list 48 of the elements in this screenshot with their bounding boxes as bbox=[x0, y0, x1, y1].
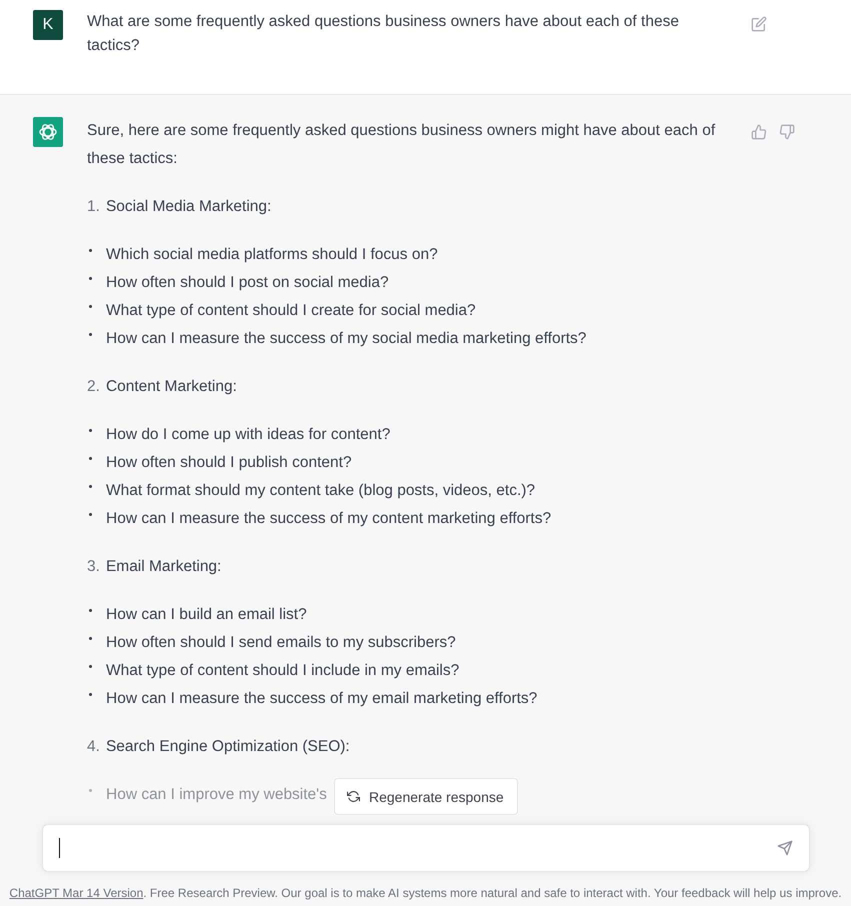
list-number: 2. bbox=[87, 377, 100, 397]
bullet-text: How often should I publish content? bbox=[106, 453, 352, 473]
thumbs-down-icon[interactable] bbox=[779, 124, 795, 140]
list-number: 1. bbox=[87, 197, 100, 217]
text-cursor bbox=[58, 838, 60, 858]
bullet-icon bbox=[89, 512, 92, 516]
user-avatar: K bbox=[33, 10, 63, 40]
user-message: What are some frequently asked questions business owners have about each of these tactics? bbox=[87, 12, 680, 56]
bullet-icon bbox=[89, 332, 92, 336]
version-link[interactable]: ChatGPT Mar 14 Version bbox=[9, 886, 144, 900]
section-title: Content Marketing: bbox=[106, 377, 237, 397]
bullet-icon bbox=[89, 484, 92, 488]
bullet-text: What type of content should I include in my emails? bbox=[106, 661, 460, 681]
section-title: Social Media Marketing: bbox=[106, 197, 272, 217]
assistant-intro: Sure, here are some frequently asked questions business owners might have about each of these tactics: bbox=[87, 121, 716, 169]
list-number: 4. bbox=[87, 737, 100, 757]
bullet-text: How can I build an email list? bbox=[106, 605, 307, 625]
edit-icon[interactable] bbox=[751, 16, 767, 32]
regenerate-button[interactable]: Regenerate response bbox=[334, 778, 518, 815]
list-number: 3. bbox=[87, 557, 100, 577]
bullet-icon bbox=[89, 636, 92, 640]
bullet-text: What format should my content take (blog posts, videos, etc.)? bbox=[106, 481, 536, 501]
bullet-icon bbox=[89, 428, 92, 432]
bullet-icon bbox=[89, 248, 92, 252]
bullet-text: How do I come up with ideas for content? bbox=[106, 425, 390, 445]
bullet-icon bbox=[89, 692, 92, 696]
refresh-icon bbox=[347, 790, 360, 803]
bullet-text: How often should I send emails to my subscribers? bbox=[106, 633, 456, 653]
bullet-icon bbox=[89, 304, 92, 308]
bullet-text: How can I measure the success of my content marketing efforts? bbox=[106, 509, 552, 529]
message-input[interactable] bbox=[42, 824, 810, 872]
assistant-logo-icon bbox=[33, 117, 63, 147]
bullet-icon bbox=[89, 276, 92, 280]
send-icon[interactable] bbox=[776, 840, 792, 856]
bullet-text: How often should I post on social media? bbox=[106, 273, 389, 293]
bullet-text: What type of content should I create for social media? bbox=[106, 301, 476, 321]
bullet-text: How can I measure the success of my social media marketing efforts? bbox=[106, 329, 586, 349]
footer-text: . Free Research Preview. Our goal is to make AI systems more natural and safe to interact with. Your feedback will help us improve. bbox=[143, 886, 842, 900]
bullet-icon bbox=[89, 664, 92, 668]
bullet-text: How can I measure the success of my email marketing efforts? bbox=[106, 689, 538, 709]
thumbs-up-icon[interactable] bbox=[751, 124, 767, 140]
bullet-icon bbox=[89, 608, 92, 612]
bullet-icon bbox=[89, 456, 92, 460]
section-title: Search Engine Optimization (SEO): bbox=[106, 737, 350, 757]
bullet-icon bbox=[89, 788, 92, 792]
bullet-text: How can I improve my website's bbox=[106, 785, 327, 805]
section-title: Email Marketing: bbox=[106, 557, 222, 577]
bullet-text: Which social media platforms should I focus on? bbox=[106, 245, 438, 265]
